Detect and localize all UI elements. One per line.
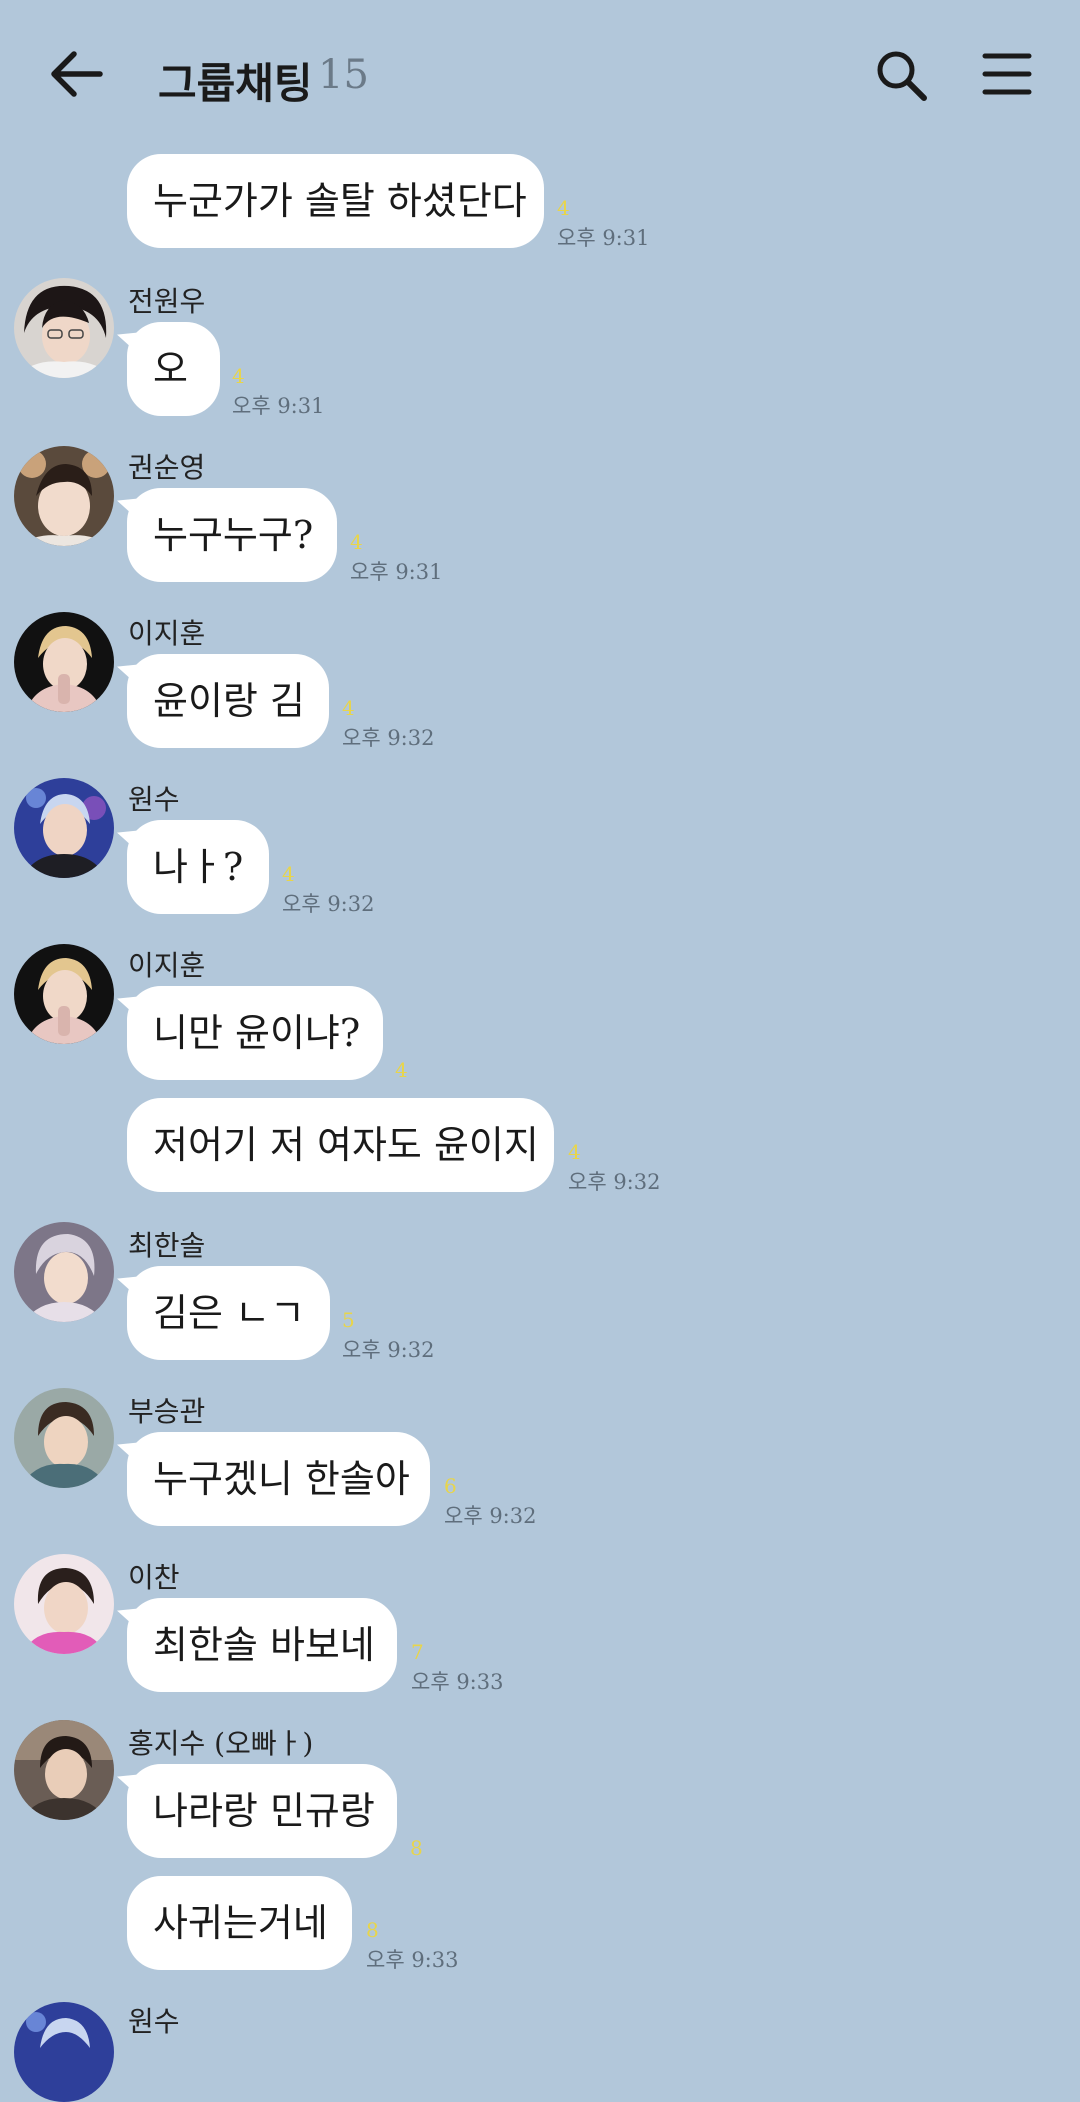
message-time: 오후 9:32: [282, 892, 375, 916]
sender-name: 이지훈: [128, 617, 206, 650]
unread-count: 4: [568, 1140, 581, 1164]
unread-count: 4: [557, 196, 570, 220]
chat-title: 그룹채팅: [158, 59, 313, 108]
avatar[interactable]: [14, 278, 114, 378]
unread-count: 4: [342, 696, 355, 720]
message-bubble[interactable]: 저어기 저 여자도 윤이지: [127, 1098, 554, 1192]
avatar[interactable]: [14, 1222, 114, 1322]
message-bubble[interactable]: 윤이랑 김: [127, 654, 329, 748]
message-time: 오후 9:33: [366, 1948, 459, 1972]
member-count: 15: [318, 52, 369, 98]
avatar[interactable]: [14, 446, 114, 546]
sender-name: 이지훈: [128, 949, 206, 982]
message-bubble[interactable]: 최한솔 바보네: [127, 1598, 397, 1692]
unread-count: 4: [395, 1058, 408, 1082]
unread-count: 4: [350, 530, 363, 554]
message-bubble[interactable]: 나라랑 민규랑: [127, 1764, 397, 1858]
sender-name: 홍지수 (오빠ㅏ): [128, 1727, 314, 1760]
sender-name: 원수: [128, 783, 180, 816]
avatar[interactable]: [14, 2002, 114, 2102]
message-bubble[interactable]: 김은 ㄴㄱ: [127, 1266, 330, 1360]
message-time: 오후 9:31: [557, 226, 650, 250]
unread-count: 7: [411, 1640, 424, 1664]
unread-count: 6: [444, 1474, 457, 1498]
search-icon[interactable]: [874, 48, 930, 104]
sender-name: 부승관: [128, 1395, 206, 1428]
sender-name: 이찬: [128, 1561, 180, 1594]
avatar[interactable]: [14, 778, 114, 878]
unread-count: 4: [232, 364, 245, 388]
unread-count: 4: [282, 862, 295, 886]
sender-name: 원수: [128, 2005, 180, 2038]
message-bubble[interactable]: 누구겠니 한솔아: [127, 1432, 430, 1526]
message-time: 오후 9:32: [342, 1338, 435, 1362]
unread-count: 8: [410, 1836, 423, 1860]
chat-header: 그룹채팅 15: [0, 0, 1080, 150]
unread-count: 5: [342, 1308, 355, 1332]
message-bubble[interactable]: 누구누구?: [127, 488, 337, 582]
message-bubble[interactable]: 누군가가 솔탈 하셨단다: [127, 154, 544, 248]
avatar[interactable]: [14, 1388, 114, 1488]
sender-name: 전원우: [128, 285, 206, 318]
menu-icon[interactable]: [982, 52, 1032, 96]
avatar[interactable]: [14, 944, 114, 1044]
unread-count: 8: [366, 1918, 379, 1942]
sender-name: 최한솔: [128, 1229, 206, 1262]
message-time: 오후 9:32: [342, 726, 435, 750]
message-bubble[interactable]: 나ㅏ?: [127, 820, 269, 914]
avatar[interactable]: [14, 612, 114, 712]
message-time: 오후 9:32: [444, 1504, 537, 1528]
message-time: 오후 9:33: [411, 1670, 504, 1694]
message-bubble[interactable]: 오: [127, 322, 220, 416]
message-time: 오후 9:31: [232, 394, 325, 418]
avatar[interactable]: [14, 1720, 114, 1820]
avatar[interactable]: [14, 1554, 114, 1654]
sender-name: 권순영: [128, 451, 206, 484]
back-arrow-icon[interactable]: [48, 48, 106, 100]
message-bubble[interactable]: 니만 윤이냐?: [127, 986, 383, 1080]
message-time: 오후 9:31: [350, 560, 443, 584]
message-time: 오후 9:32: [568, 1170, 661, 1194]
message-bubble[interactable]: 사귀는거네: [127, 1876, 352, 1970]
